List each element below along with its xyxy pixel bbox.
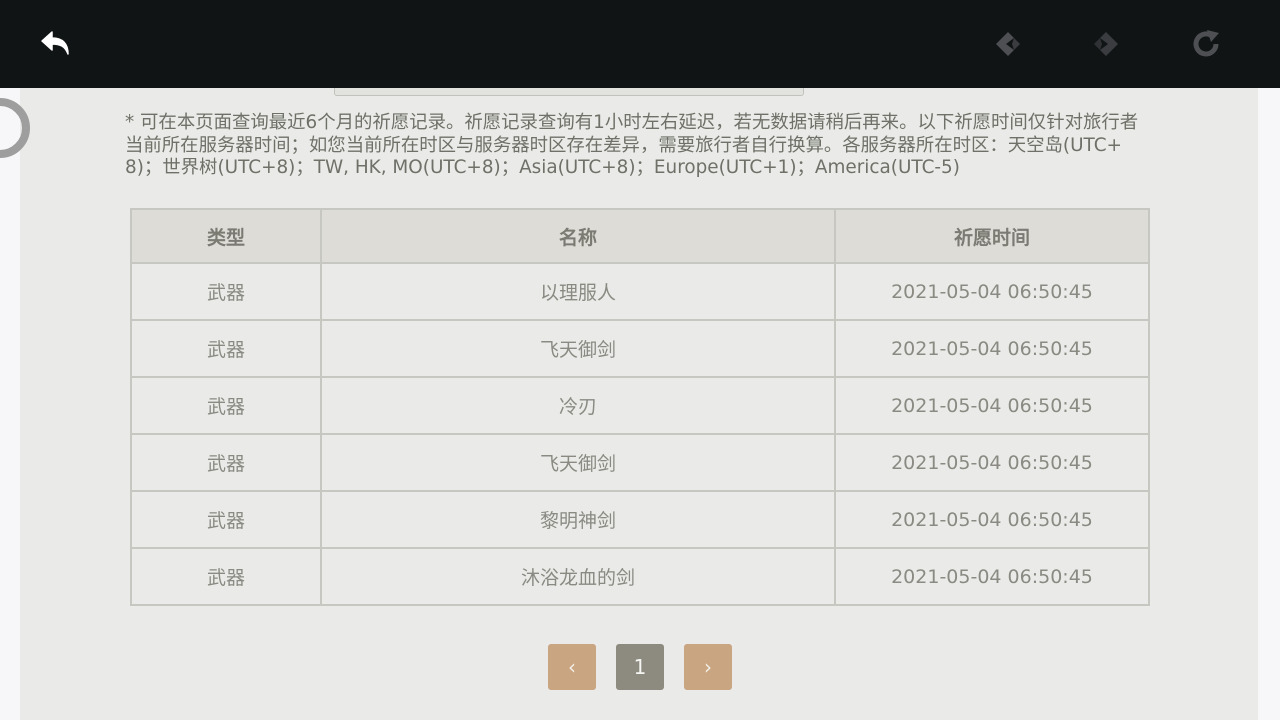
reload-icon xyxy=(1193,30,1219,57)
browser-toolbar xyxy=(0,0,1280,88)
cell-type: 武器 xyxy=(130,490,322,549)
wish-history-panel: * 可在本页面查询最近6个月的祈愿记录。祈愿记录查询有1小时左右延迟，若无数据请… xyxy=(20,88,1258,720)
column-header-type: 类型 xyxy=(130,208,322,264)
right-margin xyxy=(1258,88,1280,720)
cell-name: 飞天御剑 xyxy=(320,319,836,378)
back-button[interactable] xyxy=(34,22,78,66)
cell-name: 黎明神剑 xyxy=(320,490,836,549)
prev-diamond-icon xyxy=(996,32,1020,56)
cell-type: 武器 xyxy=(130,319,322,378)
table-row: 武器 冷刃 2021-05-04 06:50:45 xyxy=(130,376,1150,435)
next-page-button[interactable] xyxy=(1084,22,1128,66)
pagination-current-page[interactable]: 1 xyxy=(616,644,664,690)
cell-type: 武器 xyxy=(130,433,322,492)
cell-type: 武器 xyxy=(130,376,322,435)
cell-type: 武器 xyxy=(130,262,322,321)
cell-name: 沐浴龙血的剑 xyxy=(320,547,836,606)
reload-button[interactable] xyxy=(1184,22,1228,66)
prev-page-button[interactable] xyxy=(986,22,1030,66)
pagination-next-button[interactable]: › xyxy=(684,644,732,690)
cell-time: 2021-05-04 06:50:45 xyxy=(834,490,1150,549)
notice-text: * 可在本页面查询最近6个月的祈愿记录。祈愿记录查询有1小时左右延迟，若无数据请… xyxy=(125,112,1139,178)
left-margin xyxy=(0,88,20,720)
table-row: 武器 飞天御剑 2021-05-04 06:50:45 xyxy=(130,433,1150,492)
back-arrow-icon xyxy=(41,31,69,55)
pagination-prev-button[interactable]: ‹ xyxy=(548,644,596,690)
cell-name: 以理服人 xyxy=(320,262,836,321)
cell-time: 2021-05-04 06:50:45 xyxy=(834,433,1150,492)
table-header-row: 类型 名称 祈愿时间 xyxy=(130,208,1150,264)
wish-records-table: 类型 名称 祈愿时间 武器 以理服人 2021-05-04 06:50:45 武… xyxy=(130,208,1150,606)
cell-time: 2021-05-04 06:50:45 xyxy=(834,376,1150,435)
next-diamond-icon xyxy=(1094,32,1118,56)
cell-time: 2021-05-04 06:50:45 xyxy=(834,547,1150,606)
table-row: 武器 飞天御剑 2021-05-04 06:50:45 xyxy=(130,319,1150,378)
header-strip xyxy=(334,88,804,96)
cell-type: 武器 xyxy=(130,547,322,606)
table-row: 武器 沐浴龙血的剑 2021-05-04 06:50:45 xyxy=(130,547,1150,606)
table-row: 武器 以理服人 2021-05-04 06:50:45 xyxy=(130,262,1150,321)
cell-time: 2021-05-04 06:50:45 xyxy=(834,262,1150,321)
cell-name: 冷刃 xyxy=(320,376,836,435)
table-row: 武器 黎明神剑 2021-05-04 06:50:45 xyxy=(130,490,1150,549)
cell-name: 飞天御剑 xyxy=(320,433,836,492)
cell-time: 2021-05-04 06:50:45 xyxy=(834,319,1150,378)
column-header-name: 名称 xyxy=(320,208,836,264)
column-header-time: 祈愿时间 xyxy=(834,208,1150,264)
